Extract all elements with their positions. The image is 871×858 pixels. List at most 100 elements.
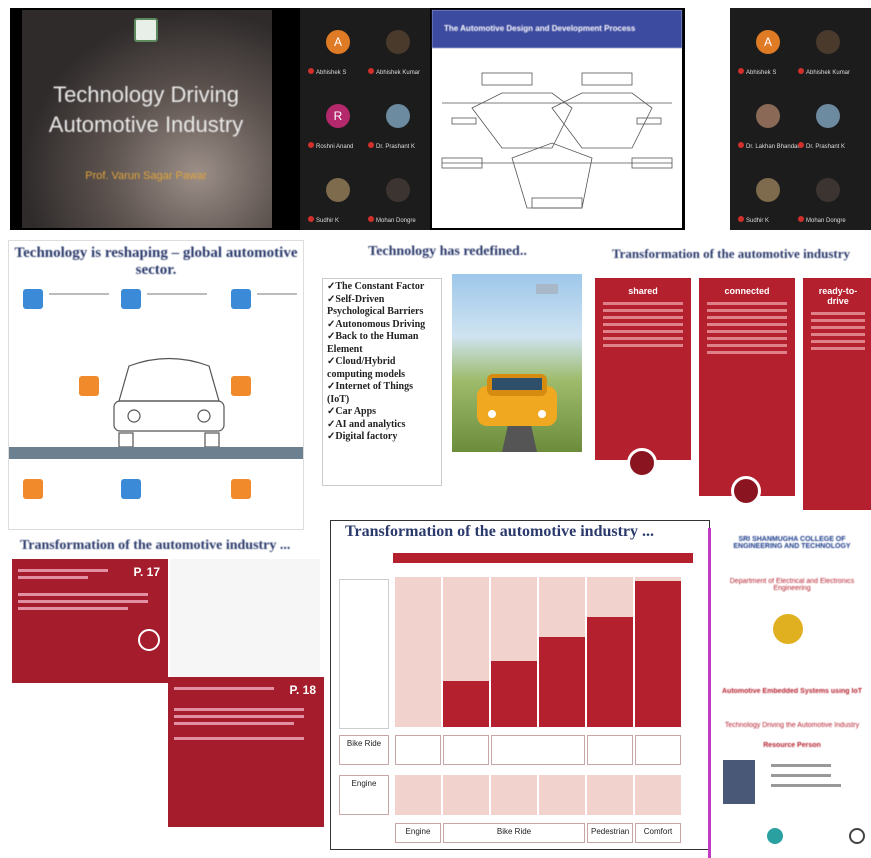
bar-6 [635, 581, 681, 727]
redefined-item: Back to the Human Element [327, 331, 437, 356]
participant-avatar [756, 104, 780, 128]
mic-muted-icon [368, 68, 374, 74]
participant-grid-left[interactable]: A Abhishek S Abhishek Kumar R Roshni Anand Dr… [300, 8, 430, 230]
participant-avatar: A [326, 30, 350, 54]
slide-subtitle: Prof. Varun Sagar Pawar [85, 170, 207, 182]
card-top: P. 17 [12, 559, 168, 683]
participant-tile[interactable]: Mohan Dongre [796, 174, 858, 230]
participant-name: Abhishek S [738, 68, 800, 78]
participant-grid-right[interactable]: A Abhishek S Abhishek Kumar Dr. Lakhan Bhan… [730, 8, 871, 230]
redefined-item: Self-Driven Psychological Barriers [327, 294, 437, 319]
redefined-item: Digital factory [327, 431, 437, 444]
participant-tile[interactable]: Abhishek Kumar [796, 26, 858, 88]
event-poster-tile[interactable]: SRI SHANMUGHA COLLEGE OF ENGINEERING AND… [708, 528, 871, 858]
mic-muted-icon [798, 142, 804, 148]
poster-speaker-label: Resource Person [763, 742, 821, 749]
row-label-2: Engine [339, 775, 389, 815]
participant-avatar [756, 178, 780, 202]
bottom-label-2: Bike Ride [443, 823, 585, 843]
home-icon [231, 376, 251, 396]
participant-avatar [816, 178, 840, 202]
flag-icon [79, 376, 99, 396]
redefined-item: The Constant Factor [327, 281, 437, 294]
participant-avatar [386, 30, 410, 54]
img-4 [539, 775, 585, 815]
participant-tile[interactable]: Abhishek Kumar [366, 26, 428, 88]
col-connected: connected [699, 278, 795, 496]
participant-name: Dr. Prashant K [368, 142, 430, 152]
img-1 [395, 775, 441, 815]
participant-name: Abhishek Kumar [798, 68, 860, 78]
share-icon [627, 448, 657, 478]
img-5 [587, 775, 633, 815]
participant-tile[interactable]: Sudhir K [736, 174, 798, 230]
mic-muted-icon [798, 68, 804, 74]
participant-name: Dr. Lakhan Bhandari [738, 142, 800, 152]
mic-muted-icon [738, 216, 744, 222]
mic-muted-icon [308, 68, 314, 74]
redefined-item: Car Apps [327, 406, 437, 419]
mic-muted-icon [798, 216, 804, 222]
participant-avatar [816, 104, 840, 128]
transformation-table-tile[interactable]: Transformation of the automotive industr… [330, 520, 710, 850]
university-emblem [773, 614, 803, 644]
college-logo [134, 18, 158, 42]
redefined-item: Internet of Things (IoT) [327, 381, 437, 406]
diagram-slide-title: The Automotive Design and Development Pr… [432, 10, 682, 48]
participant-tile[interactable]: R Roshni Anand [306, 100, 368, 162]
mic-muted-icon [308, 216, 314, 222]
redefined-slide-tile[interactable]: Technology has redefined.. The Constant … [304, 240, 591, 520]
slide-title: Technology Driving Automotive Industry [48, 82, 244, 137]
transformation-cards-tile[interactable]: Transformation of the automotive industr… [8, 535, 328, 850]
participant-avatar [386, 178, 410, 202]
map-icon [23, 479, 43, 499]
participant-name: Dr. Prashant K [798, 142, 860, 152]
col-shared: shared [595, 278, 691, 460]
participant-name: Sudhir K [308, 216, 370, 226]
poster-dept: Department of Electrical and Electronics… [729, 578, 855, 592]
participant-name: Roshni Anand [308, 142, 370, 152]
participant-avatar: A [756, 30, 780, 54]
card-top-right [170, 559, 320, 683]
bottom-label-4: Comfort [635, 823, 681, 843]
participant-tile[interactable]: Mohan Dongre [366, 174, 428, 230]
participant-tile[interactable]: A Abhishek S [736, 26, 798, 88]
ring-icon [849, 828, 865, 844]
participant-tile[interactable]: Dr. Prashant K [796, 100, 858, 162]
process-diagram [441, 72, 673, 209]
row-label-1: Bike Ride [339, 735, 389, 765]
participant-tile[interactable]: Sudhir K [306, 174, 368, 230]
card-bottom: P. 18 [168, 677, 324, 827]
participant-tile[interactable]: Dr. Lakhan Bhandari [736, 100, 800, 162]
reshaping-slide-tile[interactable]: Technology is reshaping – global automot… [8, 240, 304, 530]
transformation-cards-title: Transformation of the automotive industr… [20, 538, 291, 553]
participant-name: Abhishek S [308, 68, 370, 78]
title-slide-tile[interactable]: Technology Driving Automotive Industry P… [10, 8, 300, 230]
participant-name: Mohan Dongre [798, 216, 860, 226]
img-2 [443, 775, 489, 815]
img-6 [635, 775, 681, 815]
transformation-columns-title: Transformation of the automotive industr… [611, 246, 851, 261]
info-bar [9, 447, 303, 459]
col-ready: ready-to-drive [803, 278, 871, 510]
img-3 [491, 775, 537, 815]
participant-tile[interactable]: Dr. Prashant K [366, 100, 428, 162]
mic-muted-icon [368, 216, 374, 222]
trophy-icon [23, 289, 43, 309]
redefined-slide-title: Technology has redefined.. [368, 244, 527, 259]
wrench2-icon [231, 479, 251, 499]
participant-tile[interactable]: A Abhishek S [306, 26, 368, 88]
bar-2 [443, 681, 489, 727]
redefined-item: Cloud/Hybrid computing models [327, 356, 437, 381]
cell-4 [587, 735, 633, 765]
cell-3 [491, 735, 585, 765]
zoom-icon [767, 828, 783, 844]
diagram-slide-tile[interactable]: The Automotive Design and Development Pr… [430, 8, 685, 230]
bottom-label-3: Pedestrian [587, 823, 633, 843]
car-icon [121, 479, 141, 499]
bottom-label-1: Engine [395, 823, 441, 843]
transformation-columns-tile[interactable]: Transformation of the automotive industr… [591, 240, 871, 520]
speaker-photo [723, 760, 755, 804]
bulb-icon [121, 289, 141, 309]
participant-avatar [326, 178, 350, 202]
